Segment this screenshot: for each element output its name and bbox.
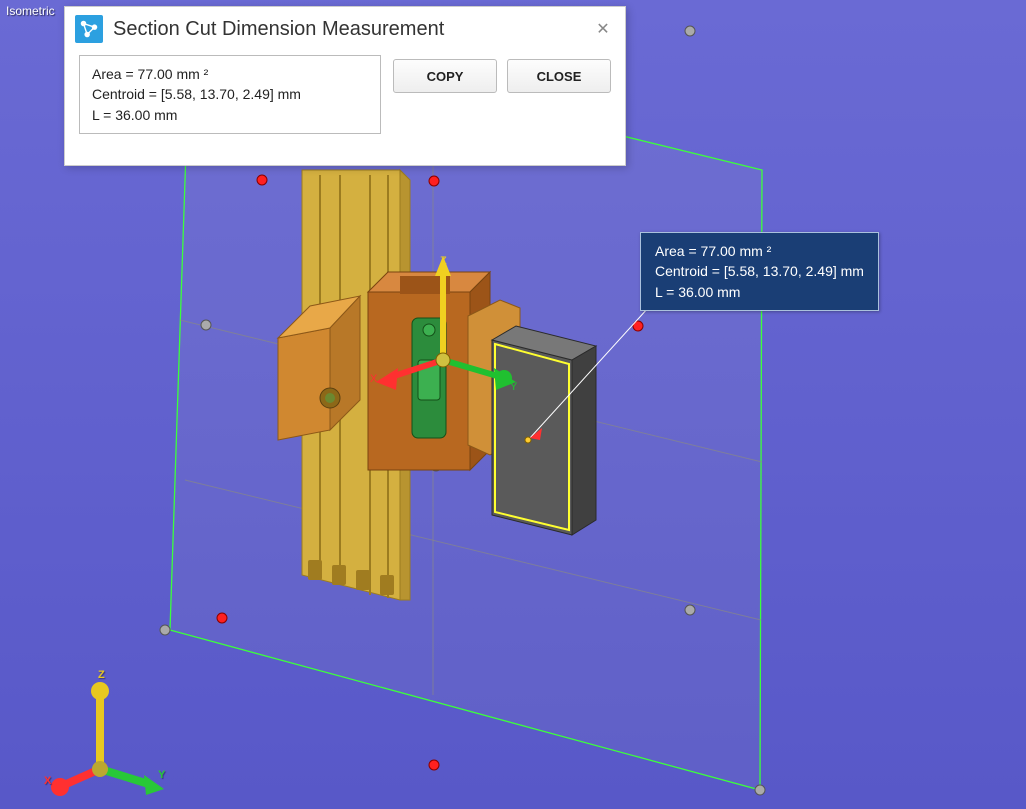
- scene-axis-z-label: Z: [440, 255, 447, 267]
- centroid-value: Centroid = [5.58, 13.70, 2.49] mm: [92, 84, 368, 104]
- scene-axis-x-label: X: [370, 373, 378, 385]
- tooltip-length: L = 36.00 mm: [655, 282, 864, 302]
- dialog-title: Section Cut Dimension Measurement: [113, 18, 444, 41]
- measurement-icon: [75, 15, 103, 43]
- rail-part: [302, 170, 410, 600]
- area-value: Area = 77.00 mm ²: [92, 64, 368, 84]
- copy-button[interactable]: COPY: [393, 59, 497, 93]
- axis-x-label: X: [44, 775, 51, 787]
- axis-y-label: Y: [158, 769, 165, 781]
- selected-plate[interactable]: [492, 326, 596, 535]
- scene-origin-triad[interactable]: Z Y X: [370, 255, 518, 393]
- measurement-tooltip: Area = 77.00 mm ² Centroid = [5.58, 13.7…: [640, 232, 879, 311]
- tooltip-area: Area = 77.00 mm ²: [655, 241, 864, 261]
- dialog-header[interactable]: Section Cut Dimension Measurement ✕: [65, 7, 625, 55]
- scene-axis-y-label: Y: [510, 381, 518, 393]
- tooltip-centroid: Centroid = [5.58, 13.70, 2.49] mm: [655, 261, 864, 281]
- length-value: L = 36.00 mm: [92, 105, 368, 125]
- measurement-dialog[interactable]: Section Cut Dimension Measurement ✕ Area…: [64, 6, 626, 166]
- bracket-assembly: [278, 272, 520, 470]
- viewport-label: Isometric: [6, 4, 55, 18]
- close-button[interactable]: CLOSE: [507, 59, 611, 93]
- measurement-results: Area = 77.00 mm ² Centroid = [5.58, 13.7…: [79, 55, 381, 134]
- view-triad[interactable]: Z Y X: [50, 669, 170, 799]
- axis-z-label: Z: [98, 669, 105, 681]
- close-icon[interactable]: ✕: [591, 17, 615, 41]
